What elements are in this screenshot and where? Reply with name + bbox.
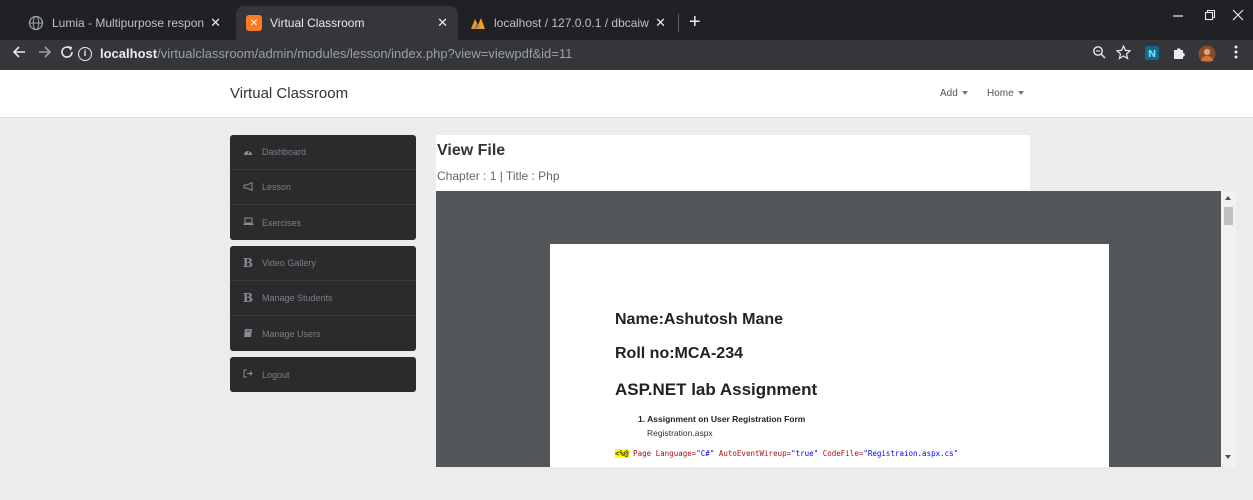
sidebar-item-manage-users[interactable]: Manage Users — [230, 316, 416, 351]
tab-close-icon[interactable]: ✕ — [210, 15, 221, 31]
pdf-heading-name: Name:Ashutosh Mane — [615, 311, 784, 328]
page-subtitle: Chapter : 1 | Title : Php — [437, 169, 560, 183]
sidebar-item-video-gallery[interactable]: B Video Gallery — [230, 246, 416, 281]
scrollbar-thumb[interactable] — [1224, 207, 1233, 225]
minimize-icon[interactable] — [1172, 8, 1184, 25]
tab-phpmyadmin[interactable]: localhost / 127.0.0.1 / dbcaiwl / t ✕ — [460, 6, 676, 40]
tab-virtual-classroom[interactable]: ✕ Virtual Classroom ✕ — [236, 6, 458, 40]
url-host: localhost — [100, 46, 158, 61]
globe-icon — [28, 15, 44, 31]
page: Virtual Classroom Add Home Dashboard Les… — [0, 70, 1253, 500]
sidebar-item-label: Manage Users — [262, 328, 321, 339]
nav-home-dropdown[interactable]: Home — [987, 88, 1024, 99]
book-icon — [242, 328, 254, 340]
sidebar-item-label: Video Gallery — [262, 258, 316, 268]
nav-home-label: Home — [987, 88, 1014, 99]
bookmark-star-icon[interactable] — [1115, 44, 1132, 63]
tab-title: Virtual Classroom — [270, 16, 365, 30]
chevron-down-icon — [961, 91, 968, 96]
sidebar-group-manage: B Video Gallery B Manage Students Manage… — [230, 246, 416, 351]
site-info-icon[interactable]: i — [78, 46, 92, 61]
bullhorn-icon — [242, 181, 254, 193]
browser-toolbar: i localhost/virtualclassroom/admin/modul… — [0, 40, 1253, 70]
code-attr: CodeFile= — [818, 449, 864, 458]
code-directive: <%@ — [615, 449, 629, 458]
sidebar-group-session: Logout — [230, 357, 416, 392]
sidebar-item-label: Exercises — [262, 217, 302, 228]
extension-n-icon[interactable]: N — [1144, 45, 1160, 64]
profile-avatar-icon[interactable] — [1198, 45, 1216, 66]
xampp-icon: ✕ — [246, 15, 262, 31]
reload-icon[interactable] — [60, 45, 74, 64]
pdf-list-subtext: Registration.aspx — [647, 428, 713, 438]
code-page: Page — [628, 449, 656, 458]
back-icon[interactable] — [12, 45, 26, 64]
b-icon: B — [242, 291, 254, 305]
nav-add-dropdown[interactable]: Add — [940, 88, 968, 99]
sidebar-group-main: Dashboard Lesson Exercises — [230, 135, 416, 240]
sidebar-item-label: Manage Students — [262, 293, 333, 303]
code-value: "Registraion.aspx.cs" — [863, 449, 959, 458]
pdf-viewer[interactable]: Name:Ashutosh Mane Roll no:MCA-234 ASP.N… — [436, 191, 1221, 467]
sidebar-item-label: Logout — [262, 369, 290, 380]
pdf-heading-assignment: ASP.NET lab Assignment — [615, 380, 818, 399]
forward-icon[interactable] — [38, 45, 52, 64]
address-bar[interactable]: i localhost/virtualclassroom/admin/modul… — [78, 46, 572, 61]
tab-title: localhost / 127.0.0.1 / dbcaiwl / t — [494, 16, 650, 30]
page-title: View File — [437, 142, 506, 159]
browser-tabstrip: Lumia - Multipurpose responsive ✕ ✕ Virt… — [0, 0, 1253, 40]
pdf-page: Name:Ashutosh Mane Roll no:MCA-234 ASP.N… — [550, 244, 1109, 467]
pdf-heading-roll: Roll no:MCA-234 — [615, 345, 743, 362]
scroll-up-arrow-icon[interactable] — [1225, 196, 1231, 200]
pdf-list-item: 1. Assignment on User Registration Form — [638, 414, 806, 424]
code-attr: Language= — [655, 449, 697, 458]
code-value: "true" — [791, 449, 819, 458]
sidebar-item-lesson[interactable]: Lesson — [230, 170, 416, 205]
b-icon: B — [242, 256, 254, 270]
logout-icon — [242, 369, 254, 380]
phpmyadmin-icon — [470, 15, 486, 31]
tab-lumia[interactable]: Lumia - Multipurpose responsive ✕ — [18, 6, 231, 40]
scroll-down-arrow-icon[interactable] — [1225, 455, 1231, 459]
tab-title: Lumia - Multipurpose responsive — [52, 16, 205, 30]
sidebar-item-dashboard[interactable]: Dashboard — [230, 135, 416, 170]
sidebar-item-label: Lesson — [262, 182, 292, 192]
url-path: /virtualclassroom/admin/modules/lesson/i… — [157, 46, 573, 61]
code-value: "C#" — [696, 449, 715, 458]
sidebar-item-logout[interactable]: Logout — [230, 357, 416, 392]
sidebar-item-exercises[interactable]: Exercises — [230, 205, 416, 240]
top-navbar: Virtual Classroom Add Home — [0, 70, 1253, 118]
extensions-puzzle-icon[interactable] — [1172, 45, 1187, 63]
tab-close-icon[interactable]: ✕ — [655, 15, 666, 31]
nav-add-label: Add — [940, 88, 958, 99]
brand-title[interactable]: Virtual Classroom — [230, 85, 348, 102]
browser-menu-icon[interactable] — [1234, 45, 1238, 62]
laptop-icon — [242, 217, 254, 228]
close-window-icon[interactable] — [1232, 8, 1244, 25]
dashboard-icon — [242, 147, 254, 158]
restore-icon[interactable] — [1204, 8, 1216, 25]
sidebar-item-label: Dashboard — [262, 147, 307, 157]
new-tab-button[interactable]: + — [689, 12, 701, 32]
code-attr: AutoEventWireup= — [714, 449, 792, 458]
svg-text:N: N — [1148, 49, 1156, 60]
sidebar-item-manage-students[interactable]: B Manage Students — [230, 281, 416, 316]
pdf-scrollbar[interactable] — [1221, 191, 1236, 467]
tab-close-icon[interactable]: ✕ — [437, 15, 448, 31]
zoom-icon[interactable] — [1092, 45, 1106, 62]
pdf-code-line: <%@ Page Language="C#" AutoEventWireup="… — [615, 449, 958, 458]
tab-separator — [678, 14, 679, 32]
chevron-down-icon — [1017, 91, 1024, 96]
